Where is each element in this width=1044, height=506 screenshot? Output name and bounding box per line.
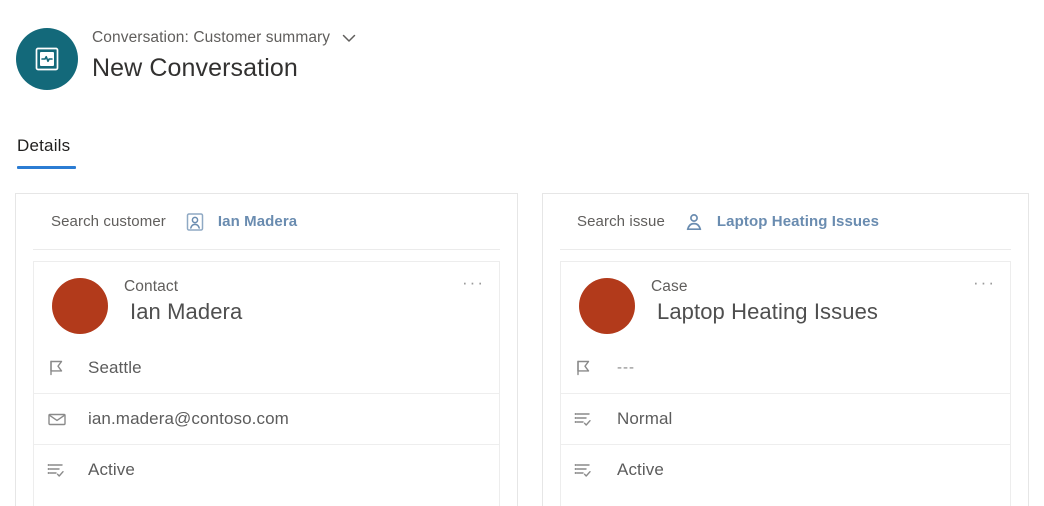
search-customer-row[interactable]: Search customer Ian Madera xyxy=(33,194,500,250)
contact-entity-header: Contact Ian Madera ··· xyxy=(34,262,499,342)
header-text-block: Conversation: Customer summary New Conve… xyxy=(92,27,360,83)
contact-badge-icon xyxy=(184,211,206,233)
case-entity-card: Case Laptop Heating Issues ··· --- Norma… xyxy=(560,261,1011,506)
avatar xyxy=(579,278,635,334)
issue-card: Search issue Laptop Heating Issues Case … xyxy=(542,193,1029,506)
ellipsis-icon[interactable]: ··· xyxy=(973,274,996,291)
case-status-row: Active xyxy=(561,444,1010,495)
case-status-value: Active xyxy=(617,460,664,479)
search-customer-value[interactable]: Ian Madera xyxy=(218,213,297,230)
case-priority-row: Normal xyxy=(561,393,1010,444)
tab-strip: Details xyxy=(0,136,1044,174)
chevron-down-icon[interactable] xyxy=(338,27,360,49)
search-customer-label: Search customer xyxy=(51,213,166,230)
header-subtitle: Conversation: Customer summary xyxy=(92,29,331,46)
customer-card: Search customer Ian Madera Contact Ian M… xyxy=(15,193,518,506)
case-priority-value: Normal xyxy=(617,409,673,428)
avatar xyxy=(52,278,108,334)
entity-type-label: Case xyxy=(651,278,688,295)
entity-type-label: Contact xyxy=(124,278,179,295)
contact-status-value: Active xyxy=(88,460,135,479)
entity-name: Laptop Heating Issues xyxy=(657,299,879,324)
search-issue-row[interactable]: Search issue Laptop Heating Issues xyxy=(560,194,1011,250)
envelope-icon xyxy=(46,408,68,430)
app-page: Conversation: Customer summary New Conve… xyxy=(0,0,1044,506)
case-location-value: --- xyxy=(617,359,635,376)
status-list-icon xyxy=(46,459,68,481)
case-location-row: --- xyxy=(561,342,1010,393)
contact-location-row: Seattle xyxy=(34,342,499,393)
page-header: Conversation: Customer summary New Conve… xyxy=(0,0,1044,118)
search-issue-value[interactable]: Laptop Heating Issues xyxy=(717,213,879,230)
ellipsis-icon[interactable]: ··· xyxy=(462,274,485,291)
case-entity-header: Case Laptop Heating Issues ··· xyxy=(561,262,1010,342)
contact-email-value: ian.madera@contoso.com xyxy=(88,409,289,428)
location-pin-icon xyxy=(573,357,595,379)
contact-entity-card: Contact Ian Madera ··· Seattle ian.mader… xyxy=(33,261,500,506)
contact-status-row: Active xyxy=(34,444,499,495)
status-list-icon xyxy=(573,459,595,481)
search-issue-label: Search issue xyxy=(577,213,665,230)
conversation-square-icon xyxy=(16,28,78,90)
tab-details[interactable]: Details xyxy=(17,136,70,166)
entity-name: Ian Madera xyxy=(130,299,243,324)
tab-details-indicator xyxy=(17,166,76,169)
status-list-icon xyxy=(573,408,595,430)
case-person-icon xyxy=(683,211,705,233)
contact-location-value: Seattle xyxy=(88,357,142,377)
contact-email-row: ian.madera@contoso.com xyxy=(34,393,499,444)
conversation-selector[interactable]: Conversation: Customer summary xyxy=(92,27,360,49)
location-pin-icon xyxy=(46,357,68,379)
page-title: New Conversation xyxy=(92,54,298,82)
